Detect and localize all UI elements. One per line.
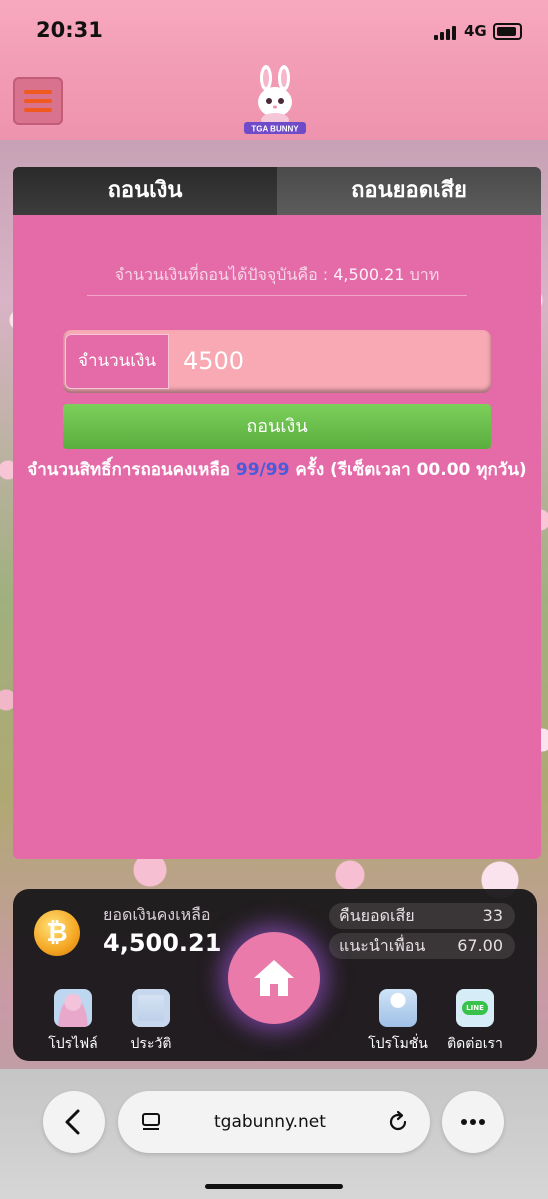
divider [87,295,467,296]
app-header: TGA BUNNY [0,62,548,140]
profile-icon [54,989,92,1027]
nav-profile[interactable]: โปรไฟล์ [43,989,103,1055]
line-badge: LINE [462,1001,488,1015]
amount-input[interactable]: 4500 [183,330,244,393]
nav-contact-label: ติดต่อเรา [447,1036,503,1052]
status-time: 20:31 [36,18,103,42]
line-contact-icon: LINE [456,989,494,1027]
url-text: tgabunny.net [214,1112,326,1132]
rights-prefix: จำนวนสิทธิ์การถอนคงเหลือ [27,460,230,480]
home-icon [254,960,294,996]
amount-label: จำนวนเงิน [65,334,169,389]
withdraw-rights-info: จำนวนสิทธิ์การถอนคงเหลือ 99/99 ครั้ง (รี… [21,457,533,483]
menu-button[interactable] [13,77,63,125]
wallet-title: ยอดเงินคงเหลือ [103,905,211,924]
rights-suffix: ครั้ง (รีเซ็ตเวลา 00.00 ทุกวัน) [295,460,527,480]
reload-icon[interactable] [386,1110,410,1134]
browser-toolbar: tgabunny.net [0,1069,548,1199]
bunny-logo[interactable]: TGA BUNNY [238,64,312,138]
chevron-left-icon [65,1109,80,1135]
balance-amount: 4,500.21 [333,265,405,284]
balance-prefix: จำนวนเงินที่ถอนได้ปัจจุบันคือ : [114,265,329,284]
withdraw-button[interactable]: ถอนเงิน [63,404,491,449]
nav-profile-label: โปรไฟล์ [48,1036,98,1052]
cashback-value: 33 [482,906,503,925]
home-button[interactable] [228,932,320,1024]
tab-withdraw[interactable]: ถอนเงิน [13,167,277,215]
more-button[interactable] [442,1091,504,1153]
logo-text: TGA BUNNY [251,125,299,134]
tab-withdraw-loss[interactable]: ถอนยอดเสีย [277,167,541,215]
battery-icon [493,23,522,40]
tabs-icon [142,1113,160,1130]
address-bar[interactable]: tgabunny.net [118,1091,430,1153]
referral-label: แนะนำเพื่อน [339,936,426,955]
nav-promotion[interactable]: โปรโมชั่น [368,989,428,1055]
balance-unit: บาท [409,265,440,284]
tab-bar: ถอนเงิน ถอนยอดเสีย [13,167,541,215]
referral-pill[interactable]: แนะนำเพื่อน 67.00 [329,933,515,959]
nav-history-label: ประวัติ [130,1036,172,1052]
nav-history[interactable]: ประวัติ [121,989,181,1055]
back-button[interactable] [43,1091,105,1153]
more-icon [461,1119,485,1125]
nav-contact[interactable]: LINE ติดต่อเรา [445,989,505,1055]
network-type: 4G [464,22,487,40]
withdraw-panel: ถอนเงิน ถอนยอดเสีย จำนวนเงินที่ถอนได้ปัจ… [13,167,541,859]
wallet-amount: 4,500.21 [103,929,222,957]
referral-value: 67.00 [457,936,503,955]
nav-promotion-label: โปรโมชั่น [368,1036,428,1052]
signal-icon [434,26,456,40]
promotion-icon [379,989,417,1027]
home-indicator [205,1184,343,1189]
withdrawable-balance: จำนวนเงินที่ถอนได้ปัจจุบันคือ : 4,500.21… [87,263,467,288]
history-icon [132,989,170,1027]
amount-field[interactable]: จำนวนเงิน 4500 [63,330,491,393]
cashback-pill[interactable]: คืนยอดเสีย 33 [329,903,515,929]
status-bar: 20:31 4G [0,0,548,62]
cashback-label: คืนยอดเสีย [339,906,415,925]
coin-icon: ₿ [34,910,80,956]
rights-count: 99/99 [235,460,290,480]
